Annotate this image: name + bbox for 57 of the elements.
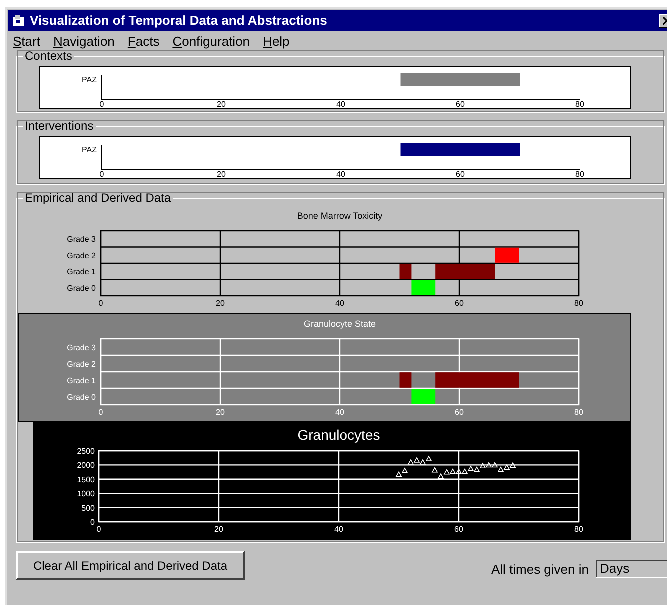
tick-label: 40 xyxy=(334,525,344,534)
chart-title: Bone Marrow Toxicity xyxy=(297,211,383,221)
row-label: Grade 3 xyxy=(67,235,96,244)
row-label: Grade 3 xyxy=(67,343,96,352)
time-unit-label: All times given in xyxy=(491,562,589,577)
chart-title: Granulocytes xyxy=(298,427,380,443)
tick-label: 0 xyxy=(100,170,104,178)
group-label: Contexts xyxy=(24,49,74,63)
tick-label: 20 xyxy=(214,525,224,534)
tick-label: 40 xyxy=(336,100,346,108)
group-label: Empirical and Derived Data xyxy=(24,191,172,205)
tick-label: 2500 xyxy=(77,447,95,456)
row-label: PAZ xyxy=(82,146,97,154)
group-label: Interventions xyxy=(24,119,95,133)
tick-label: 60 xyxy=(456,100,465,108)
tick-label: 500 xyxy=(82,504,95,513)
menu-item[interactable]: Facts xyxy=(128,34,160,48)
row-label: Grade 0 xyxy=(67,284,96,293)
tick-label: 40 xyxy=(336,170,346,178)
tick-label: 20 xyxy=(216,408,225,417)
tick-label: 40 xyxy=(336,408,344,417)
tick-label: 0 xyxy=(90,518,95,527)
tick-label: 60 xyxy=(455,408,464,417)
tick-label: 80 xyxy=(576,170,584,178)
menu-item[interactable]: Start xyxy=(13,34,40,48)
row-label: Grade 0 xyxy=(67,392,96,402)
tick-label: 80 xyxy=(574,525,584,534)
tick-label: 60 xyxy=(456,170,465,178)
tick-label: 0 xyxy=(98,299,104,308)
tick-label: 80 xyxy=(574,408,584,417)
row-label: Grade 1 xyxy=(67,376,96,386)
menu-item[interactable]: Navigation xyxy=(53,34,115,48)
tick-label: 2000 xyxy=(77,461,95,470)
clear-data-button[interactable]: Clear All Empirical and Derived Data xyxy=(16,551,245,580)
row-label: Grade 2 xyxy=(67,251,96,260)
chart-title: Granulocyte State xyxy=(304,319,376,329)
menu-item[interactable]: Help xyxy=(263,34,290,48)
tick-label: 80 xyxy=(576,100,584,108)
tick-label: 1000 xyxy=(77,490,95,499)
tick-label: 60 xyxy=(454,525,464,534)
tick-label: 20 xyxy=(216,299,225,308)
window-title: Visualization of Temporal Data and Abstractions xyxy=(30,13,328,28)
tick-label: 20 xyxy=(217,170,226,178)
row-label: Grade 1 xyxy=(67,268,96,277)
menu-item[interactable]: Configuration xyxy=(172,34,250,48)
tick-label: 40 xyxy=(336,299,344,308)
tick-label: 1500 xyxy=(77,475,95,484)
tick-label: 60 xyxy=(455,299,464,308)
app-icon xyxy=(12,14,26,26)
tick-label: 20 xyxy=(217,100,226,108)
tick-label: 0 xyxy=(98,408,104,417)
row-label: PAZ xyxy=(82,76,97,84)
tick-label: 0 xyxy=(96,525,102,534)
tick-label: 0 xyxy=(100,100,104,108)
row-label: Grade 2 xyxy=(67,360,96,369)
time-unit-field[interactable]: Days xyxy=(596,560,667,578)
tick-label: 80 xyxy=(574,299,584,308)
